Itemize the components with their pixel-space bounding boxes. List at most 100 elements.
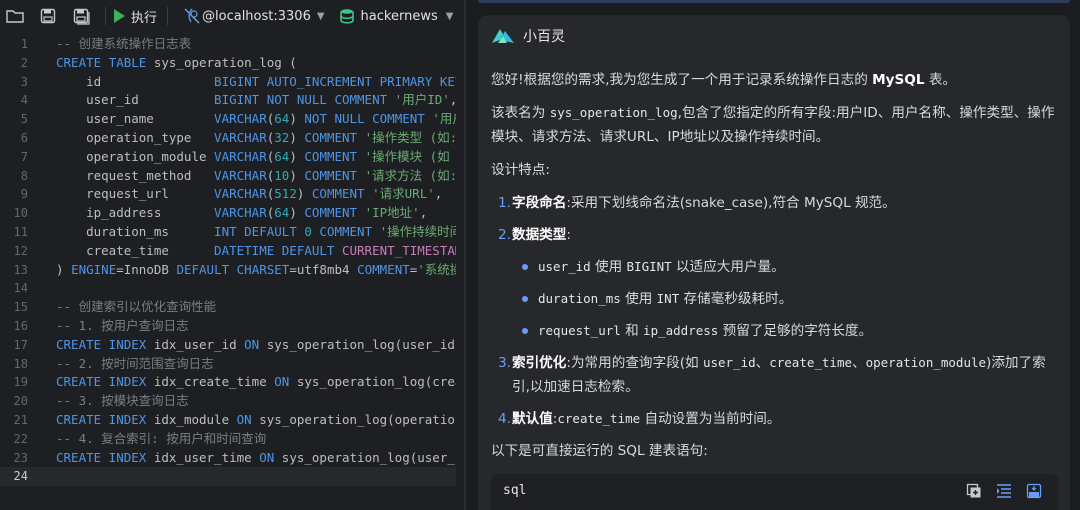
chevron-down-icon: ▼ [445, 10, 454, 22]
code-token: -- 创建索引以优化查询性能 [56, 299, 217, 315]
line-number: 22 [13, 431, 28, 446]
format-code-icon[interactable] [996, 483, 1012, 503]
code-token: operation_type [56, 129, 215, 145]
code-line[interactable]: 3 id BIGINT AUTO_INCREMENT PRIMARY KEY [0, 73, 456, 92]
code-line[interactable]: 2 CREATE TABLE sys_operation_log ( [0, 54, 456, 73]
design-point-text: 索引优化:为常用的查询字段(如 user_id、create_time、oper… [512, 351, 1059, 399]
inline-code: INT [656, 291, 680, 306]
code-token: CREATE INDEX [56, 411, 147, 427]
code-token: VARCHAR [214, 111, 267, 127]
editor-toolbar: 执行 @localhost:3306 ▼ hackernews ▼ [0, 0, 464, 32]
database-icon [339, 9, 354, 24]
design-point-text: 默认值:create_time 自动设置为当前时间。 [512, 407, 1059, 431]
code-line[interactable]: 15 -- 创建索引以优化查询性能 [0, 298, 456, 317]
inline-code: request_url [538, 323, 621, 338]
code-token: CREATE INDEX [56, 374, 147, 390]
database-selector[interactable]: hackernews ▼ [339, 8, 454, 24]
code-token: sys_operation_log ( [146, 54, 297, 70]
text-run: 、 [852, 355, 866, 371]
code-token: BIGINT NOT NULL COMMENT [214, 92, 395, 108]
run-button[interactable]: 执行 [114, 7, 157, 26]
database-label: hackernews [360, 8, 438, 24]
save-all-icon[interactable] [70, 5, 92, 27]
line-number: 3 [20, 74, 28, 89]
code-language-label: sql [503, 483, 527, 498]
code-text: duration_ms INT DEFAULT 0 COMMENT '操作持续时… [56, 223, 456, 242]
code-line[interactable]: 12 create_time DATETIME DEFAULT CURRENT_… [0, 242, 456, 261]
code-line[interactable]: 6 operation_type VARCHAR(32) COMMENT '操作… [0, 129, 456, 148]
code-token: 'IP地址' [364, 205, 420, 221]
bold-text: MySQL [872, 72, 925, 88]
code-token: BIGINT AUTO_INCREMENT PRIMARY KEY [214, 73, 456, 89]
code-line[interactable]: 1 -- 创建系统操作日志表 [0, 35, 456, 54]
code-text: create_time DATETIME DEFAULT CURRENT_TIM… [56, 242, 456, 261]
code-token: 64 [274, 205, 290, 221]
code-line[interactable]: 17 CREATE INDEX idx_user_id ON sys_operat… [0, 336, 456, 355]
code-text: request_method VARCHAR(10) COMMENT '请求方法… [56, 167, 456, 186]
code-token: COMMENT [311, 186, 373, 202]
code-token: 512 [274, 186, 297, 202]
code-line[interactable]: 11 duration_ms INT DEFAULT 0 COMMENT '操作… [0, 223, 456, 242]
code-token: duration_ms [56, 223, 215, 239]
line-number: 14 [13, 281, 28, 296]
line-number: 8 [20, 168, 28, 183]
code-token: user_name [56, 111, 215, 127]
folder-icon[interactable] [4, 5, 26, 27]
line-number: 10 [13, 206, 28, 221]
code-token: DEFAULT CHARSET [176, 261, 290, 277]
code-line[interactable]: 13) ENGINE=InnoDB DEFAULT CHARSET=utf8mb… [0, 261, 456, 280]
code-line[interactable]: 10 ip_address VARCHAR(64) COMMENT 'IP地址'… [0, 204, 456, 223]
code-token: user_id [56, 92, 215, 108]
code-line[interactable]: 20 -- 3. 按模块查询日志 [0, 392, 456, 411]
text-run: 您好!根据您的需求,我为您生成了一个用于记录系统操作日志的 [491, 72, 873, 88]
code-token: '系统操 [417, 261, 456, 277]
code-line[interactable]: 14 [0, 279, 456, 298]
code-token: ON [244, 336, 260, 352]
code-token: sys_operation_log(operation_module); [259, 411, 456, 427]
sql-file-icon[interactable] [1026, 483, 1042, 503]
code-line[interactable]: 4 user_id BIGINT NOT NULL COMMENT '用户ID'… [0, 91, 456, 110]
text-run: : [566, 227, 571, 243]
inline-code: duration_ms [538, 291, 621, 306]
code-area[interactable]: 1 -- 创建系统操作日志表 2 CREATE TABLE sys_operation… [0, 35, 456, 487]
code-token: INT DEFAULT [214, 223, 305, 239]
line-number: 1 [20, 37, 28, 51]
line-number: 4 [20, 93, 28, 108]
code-line[interactable]: 5 user_name VARCHAR(64) NOT NULL COMMENT… [0, 110, 456, 129]
line-number: 9 [20, 187, 28, 202]
inline-code: user_id [702, 355, 756, 370]
code-line[interactable]: 16 -- 1. 按用户查询日志 [0, 317, 456, 336]
insert-code-icon[interactable] [966, 483, 982, 503]
code-token: 0 [304, 223, 312, 239]
code-token: request_method [56, 167, 215, 183]
code-line[interactable]: 24 [0, 467, 456, 487]
code-token: -- 3. 按模块查询日志 [56, 393, 189, 409]
code-line[interactable]: 8 request_method VARCHAR(10) COMMENT '请求… [0, 167, 456, 186]
code-token: CREATE TABLE [56, 54, 147, 70]
code-line[interactable]: 22 -- 4. 复合索引: 按用户和时间查询 [0, 430, 456, 449]
line-number: 7 [20, 149, 28, 164]
save-icon[interactable] [37, 5, 59, 27]
code-token: VARCHAR [214, 205, 267, 221]
code-text: -- 4. 复合索引: 按用户和时间查询 [56, 430, 456, 449]
code-token: '操作持续时间 [379, 223, 456, 239]
line-number: 12 [13, 243, 28, 258]
code-token: '请求URL' [372, 186, 435, 202]
code-text: -- 2. 按时间范围查询日志 [56, 355, 456, 374]
code-line[interactable]: 21 CREATE INDEX idx_module ON sys_operati… [0, 411, 456, 430]
sub-item-text: duration_ms 使用 INT 存储毫秒级耗时。 [538, 287, 792, 311]
code-line[interactable]: 23 CREATE INDEX idx_user_time ON sys_oper… [0, 449, 456, 468]
code-text: CREATE TABLE sys_operation_log ( [56, 54, 456, 73]
code-line[interactable]: 18 -- 2. 按时间范围查询日志 [0, 355, 456, 374]
code-text: -- 创建索引以优化查询性能 [56, 298, 456, 317]
code-line[interactable]: 7 operation_module VARCHAR(64) COMMENT '… [0, 148, 456, 167]
code-line[interactable]: 9 request_url VARCHAR(512) COMMENT '请求UR… [0, 185, 456, 204]
design-point: 3. 索引优化:为常用的查询字段(如 user_id、create_time、op… [491, 351, 1059, 399]
code-token: '用户 [432, 111, 456, 127]
code-line[interactable]: 19 CREATE INDEX idx_create_time ON sys_op… [0, 373, 456, 392]
text-run: 以适应大用户量。 [671, 259, 785, 275]
line-number: 6 [20, 130, 28, 145]
datasource-selector[interactable]: @localhost:3306 ▼ [182, 7, 325, 25]
